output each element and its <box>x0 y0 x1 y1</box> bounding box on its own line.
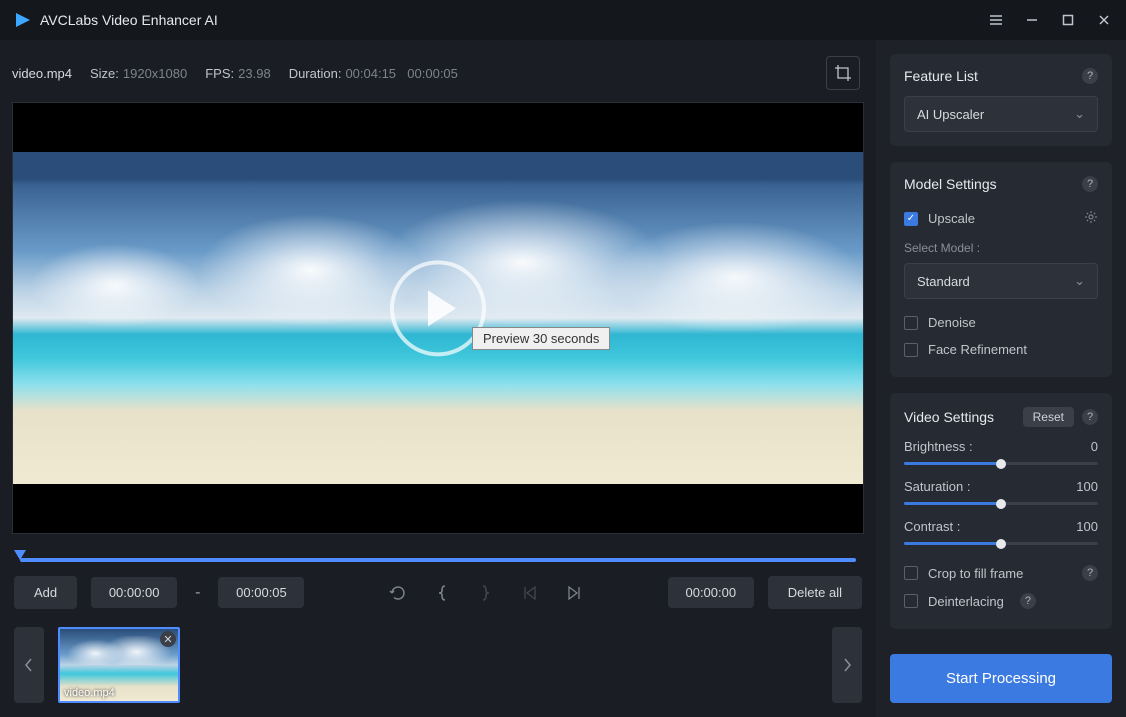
fps-value: 23.98 <box>238 66 271 81</box>
upscale-label: Upscale <box>928 211 975 226</box>
feature-select-value: AI Upscaler <box>917 107 984 122</box>
deinterlacing-label: Deinterlacing <box>928 594 1004 609</box>
feature-list-title: Feature List <box>904 68 978 84</box>
feature-select[interactable]: AI Upscaler ⌄ <box>904 96 1098 132</box>
settings-sidebar: Feature List ? AI Upscaler ⌄ Model Setti… <box>876 40 1126 717</box>
loop-button[interactable] <box>388 583 408 603</box>
crop-to-fill-label: Crop to fill frame <box>928 566 1023 581</box>
denoise-checkbox[interactable] <box>904 316 918 330</box>
brightness-label: Brightness : <box>904 439 973 454</box>
fps-label: FPS: <box>205 66 234 81</box>
saturation-value: 100 <box>1076 479 1098 494</box>
current-time-field[interactable]: 00:00:00 <box>668 577 754 608</box>
video-settings-title: Video Settings <box>904 409 994 425</box>
face-refinement-label: Face Refinement <box>928 342 1027 357</box>
model-settings-help[interactable]: ? <box>1082 176 1098 192</box>
reset-button[interactable]: Reset <box>1023 407 1074 427</box>
crop-to-fill-checkbox[interactable] <box>904 566 918 580</box>
in-time-field[interactable]: 00:00:00 <box>91 577 177 608</box>
loop-icon <box>388 583 408 603</box>
clip-name: video.mp4 <box>64 687 115 699</box>
size-label: Size: <box>90 66 119 81</box>
prev-frame-button <box>520 584 538 602</box>
face-refinement-checkbox[interactable] <box>904 343 918 357</box>
video-settings-panel: Video Settings Reset ? Brightness : 0 <box>890 393 1112 629</box>
transport-controls: Add 00:00:00 - 00:00:05 00:00:00 Delete … <box>0 570 876 623</box>
clip-tray: video.mp4 ✕ <box>0 623 876 717</box>
titlebar: AVCLabs Video Enhancer AI <box>0 0 1126 40</box>
brightness-slider-row: Brightness : 0 <box>904 439 1098 465</box>
close-button[interactable] <box>1096 12 1112 28</box>
brightness-slider[interactable] <box>904 462 1098 465</box>
crop-icon <box>834 64 852 82</box>
out-time-field[interactable]: 00:00:05 <box>218 577 304 608</box>
feature-list-panel: Feature List ? AI Upscaler ⌄ <box>890 54 1112 146</box>
delete-all-button[interactable]: Delete all <box>768 576 862 609</box>
clip-thumbnail[interactable]: video.mp4 ✕ <box>58 627 180 703</box>
clips-next-button[interactable] <box>832 627 862 703</box>
denoise-label: Denoise <box>928 315 976 330</box>
time-range-dash: - <box>191 584 204 602</box>
saturation-slider-row: Saturation : 100 <box>904 479 1098 505</box>
model-select[interactable]: Standard ⌄ <box>904 263 1098 299</box>
clips-prev-button[interactable] <box>14 627 44 703</box>
model-settings-title: Model Settings <box>904 176 997 192</box>
add-button[interactable]: Add <box>14 576 77 609</box>
play-icon <box>428 290 456 326</box>
brace-right-icon <box>478 584 492 602</box>
video-info-bar: video.mp4 Size: 1920x1080 FPS: 23.98 Durat… <box>0 46 876 102</box>
model-select-value: Standard <box>917 274 970 289</box>
preview-tooltip: Preview 30 seconds <box>472 327 610 350</box>
chevron-down-icon: ⌄ <box>1074 273 1085 289</box>
clip-remove-button[interactable]: ✕ <box>160 631 176 647</box>
feature-list-help[interactable]: ? <box>1082 68 1098 84</box>
duration-label: Duration: <box>289 66 342 81</box>
chevron-down-icon: ⌄ <box>1074 106 1085 122</box>
skip-back-icon <box>520 584 538 602</box>
app-title: AVCLabs Video Enhancer AI <box>40 12 218 28</box>
crop-button[interactable] <box>826 56 860 90</box>
main-content: video.mp4 Size: 1920x1080 FPS: 23.98 Durat… <box>0 40 876 717</box>
chevron-left-icon <box>24 657 34 673</box>
brightness-value: 0 <box>1091 439 1098 454</box>
maximize-button[interactable] <box>1060 12 1076 28</box>
mark-out-button <box>478 584 492 602</box>
video-filename: video.mp4 <box>12 66 72 81</box>
contrast-label: Contrast : <box>904 519 960 534</box>
contrast-slider-row: Contrast : 100 <box>904 519 1098 545</box>
size-value: 1920x1080 <box>123 66 187 81</box>
app-logo: AVCLabs Video Enhancer AI <box>14 11 218 29</box>
upscale-checkbox[interactable]: ✓ <box>904 212 918 226</box>
upscale-settings-button[interactable] <box>1084 210 1098 227</box>
brace-left-icon <box>436 584 450 602</box>
next-frame-button[interactable] <box>566 584 584 602</box>
timeline <box>0 534 876 570</box>
video-preview: Preview 30 seconds <box>12 102 864 534</box>
deinterlacing-checkbox[interactable] <box>904 594 918 608</box>
select-model-label: Select Model : <box>904 241 1098 255</box>
duration-value: 00:04:15 <box>345 66 396 81</box>
window-controls <box>988 12 1112 28</box>
saturation-label: Saturation : <box>904 479 971 494</box>
video-settings-help[interactable]: ? <box>1082 409 1098 425</box>
position-value: 00:00:05 <box>407 66 458 81</box>
minimize-button[interactable] <box>1024 12 1040 28</box>
gear-icon <box>1084 210 1098 224</box>
timeline-track[interactable] <box>20 558 856 562</box>
crop-to-fill-help[interactable]: ? <box>1082 565 1098 581</box>
start-processing-button[interactable]: Start Processing <box>890 654 1112 703</box>
mark-in-button[interactable] <box>436 584 450 602</box>
chevron-right-icon <box>842 657 852 673</box>
play-logo-icon <box>14 11 32 29</box>
skip-forward-icon <box>566 584 584 602</box>
contrast-slider[interactable] <box>904 542 1098 545</box>
menu-button[interactable] <box>988 12 1004 28</box>
contrast-value: 100 <box>1076 519 1098 534</box>
saturation-slider[interactable] <box>904 502 1098 505</box>
deinterlacing-help[interactable]: ? <box>1020 593 1036 609</box>
model-settings-panel: Model Settings ? ✓ Upscale Select Model … <box>890 162 1112 377</box>
